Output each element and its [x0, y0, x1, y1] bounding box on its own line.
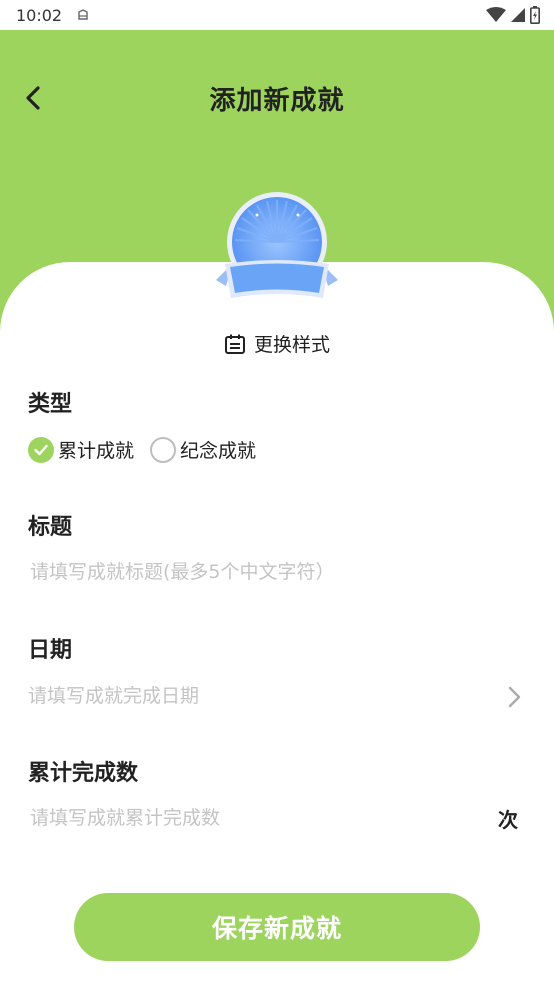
radio-commemorative-label: 纪念成就 [180, 440, 257, 462]
achievement-badge-icon[interactable] [211, 190, 343, 314]
radio-cumulative[interactable]: 累计成就 [28, 436, 134, 463]
notification-icon [78, 9, 88, 20]
battery-icon [530, 6, 540, 24]
radio-commemorative[interactable]: 纪念成就 [150, 436, 256, 463]
count-label: 累计完成数 [28, 761, 139, 786]
change-style-button[interactable]: 更换样式 [0, 330, 554, 357]
status-icons [486, 6, 540, 24]
type-label: 类型 [28, 392, 73, 417]
radio-unchecked-icon [150, 436, 177, 463]
title-label: 标题 [28, 515, 73, 540]
calendar-icon [224, 334, 245, 354]
count-input[interactable] [30, 801, 470, 835]
chevron-right-icon[interactable] [504, 684, 524, 710]
radio-checked-icon [28, 436, 54, 463]
status-time: 10:02 [16, 5, 63, 25]
status-bar: 10:02 [0, 0, 554, 30]
save-button[interactable]: 保存新成就 [74, 893, 480, 961]
type-radio-group: 累计成就 纪念成就 [28, 436, 272, 463]
page-title: 添加新成就 [209, 86, 345, 116]
signal-icon [511, 8, 525, 22]
count-unit: 次 [498, 808, 518, 832]
change-style-label: 更换样式 [253, 334, 330, 356]
wifi-icon [486, 7, 506, 22]
form-card [0, 262, 554, 984]
add-achievement-screen: 10:02 添加新成就 更换样式 类型 累计成就 纪念成就 标题 请填写成就标题… [0, 0, 554, 984]
date-input[interactable] [28, 679, 488, 713]
date-label: 日期 [28, 638, 73, 663]
title-input[interactable] [30, 555, 490, 589]
radio-cumulative-label: 累计成就 [58, 440, 135, 462]
